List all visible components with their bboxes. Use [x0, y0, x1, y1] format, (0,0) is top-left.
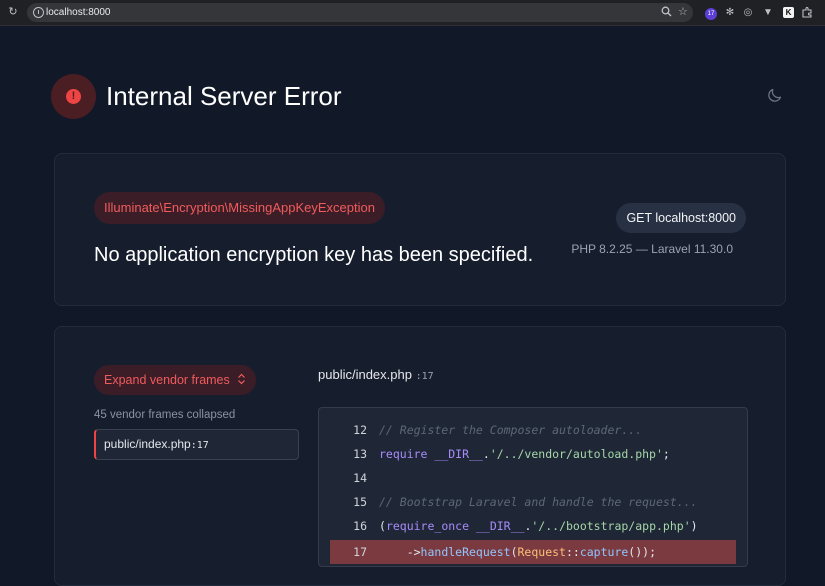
line-number: 13: [353, 447, 367, 461]
url-text[interactable]: localhost:8000: [46, 6, 111, 19]
code-line: 14: [319, 466, 747, 490]
vendor-frames-collapsed: 45 vendor frames collapsed: [94, 409, 236, 421]
line-number: 15: [353, 495, 367, 509]
reload-icon[interactable]: ↻: [7, 6, 19, 18]
line-number: 17: [353, 545, 367, 559]
code-file-name: public/index.php: [318, 367, 412, 382]
frame-file: public/index.php: [104, 437, 191, 451]
code-text: ->handleRequest(Request::capture());: [379, 545, 656, 559]
version-info: PHP 8.2.25 — Laravel 11.30.0: [571, 242, 733, 256]
page-title: Internal Server Error: [106, 81, 342, 111]
extensions-puzzle-icon[interactable]: [801, 6, 813, 19]
code-text: // Bootstrap Laravel and handle the requ…: [379, 495, 698, 509]
chevron-up-down-icon: [237, 366, 246, 396]
frame-line: 17: [196, 440, 209, 451]
stack-frame-item[interactable]: public/index.php:17: [94, 429, 299, 460]
line-number: 12: [353, 423, 367, 437]
extension-badge-icon[interactable]: 17: [705, 8, 717, 20]
exception-message: No application encryption key has been s…: [94, 244, 534, 266]
extension-v-icon[interactable]: ▼: [762, 7, 774, 19]
extension-k-icon[interactable]: K: [783, 7, 794, 18]
moon-icon[interactable]: [767, 87, 783, 103]
expand-vendor-frames-button[interactable]: Expand vendor frames: [94, 365, 257, 396]
code-line: 12 // Register the Composer autoloader..…: [319, 418, 747, 442]
code-line: 13 require __DIR__.'/../vendor/autoload.…: [319, 442, 747, 466]
code-line: 16 (require_once __DIR__.'/../bootstrap/…: [319, 514, 747, 538]
extension-gear-icon[interactable]: ✻: [724, 7, 736, 19]
highlighted-code-line: 17 ->handleRequest(Request::capture());: [330, 540, 736, 564]
code-text: require __DIR__.'/../vendor/autoload.php…: [379, 447, 670, 461]
exception-class-badge[interactable]: Illuminate\Encryption\MissingAppKeyExcep…: [94, 192, 385, 224]
error-badge: !: [51, 74, 96, 119]
code-text: // Register the Composer autoloader...: [379, 423, 643, 437]
exclamation-icon: !: [66, 89, 81, 104]
line-number: 16: [353, 519, 367, 533]
code-line: 15 // Bootstrap Laravel and handle the r…: [319, 490, 747, 514]
exception-card: Illuminate\Encryption\MissingAppKeyExcep…: [54, 153, 786, 306]
line-number: 14: [353, 471, 367, 485]
zoom-icon[interactable]: [661, 6, 672, 21]
code-text: (require_once __DIR__.'/../bootstrap/app…: [379, 519, 698, 533]
address-bar[interactable]: localhost:8000 ☆: [27, 3, 693, 22]
browser-toolbar: ↻ localhost:8000 ☆ 17 ✻ ◎ ▼ K: [0, 0, 825, 26]
extension-circle-icon[interactable]: ◎: [742, 7, 754, 19]
expand-vendor-label: Expand vendor frames: [104, 373, 230, 387]
code-file-header: public/index.php :17: [318, 367, 434, 385]
stack-trace-card: Expand vendor frames 45 vendor frames co…: [54, 326, 786, 586]
request-badge: GET localhost:8000: [616, 203, 746, 233]
code-snippet: 12 // Register the Composer autoloader..…: [318, 407, 748, 567]
bookmark-star-icon[interactable]: ☆: [678, 6, 688, 19]
code-file-line: :17: [415, 371, 434, 382]
site-info-icon[interactable]: [33, 7, 44, 18]
